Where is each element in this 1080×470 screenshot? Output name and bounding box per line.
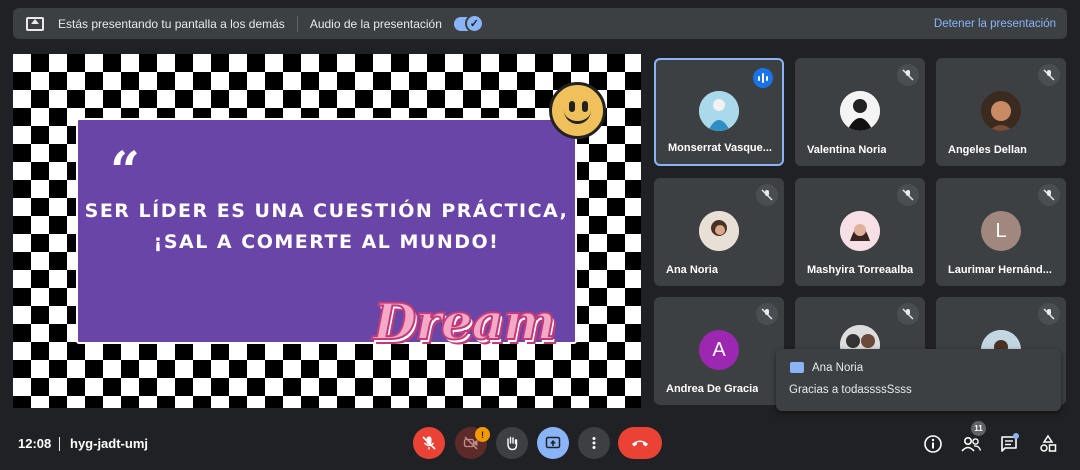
clock: 12:08 xyxy=(18,436,52,451)
more-options-button[interactable] xyxy=(578,427,610,459)
avatar xyxy=(699,91,739,131)
chat-icon xyxy=(790,362,804,373)
info-icon xyxy=(924,435,942,453)
presenting-banner: Estás presentando tu pantalla a los demá… xyxy=(13,8,1067,39)
quote-line-2: ¡Sal a comerte al mundo! xyxy=(153,231,500,253)
audio-toggle[interactable]: ✓ xyxy=(453,13,484,33)
participant-tile[interactable]: Mashyira Torreaalba xyxy=(795,178,925,286)
smiley-face-icon xyxy=(549,82,606,139)
avatar xyxy=(699,211,739,251)
more-vert-icon xyxy=(592,437,596,449)
mic-off-icon xyxy=(422,436,436,450)
present-screen-icon xyxy=(26,16,44,31)
activities-icon xyxy=(1040,434,1057,452)
participant-name: Andrea De Gracia xyxy=(666,383,759,395)
banner-divider xyxy=(296,15,298,32)
quote-mark: “ xyxy=(110,141,140,202)
mic-off-icon xyxy=(897,184,919,206)
call-end-icon xyxy=(632,440,648,447)
microphone-button[interactable] xyxy=(413,427,445,459)
participant-tile[interactable]: Monserrat Vasque... xyxy=(654,58,784,166)
participant-tile[interactable]: Angeles Dellan xyxy=(936,58,1066,166)
avatar xyxy=(840,91,880,131)
avatar xyxy=(981,91,1021,131)
mic-off-icon xyxy=(756,184,778,206)
participant-name: Angeles Dellan xyxy=(948,144,1027,156)
chat-message: Gracias a todassssSsss xyxy=(789,384,912,396)
speaking-indicator-icon xyxy=(753,68,773,88)
participant-tile[interactable]: Ana Noria xyxy=(654,178,784,286)
chat-notification[interactable]: Ana Noria Gracias a todassssSsss xyxy=(776,349,1061,411)
hand-icon xyxy=(507,436,518,451)
avatar-initial: A xyxy=(699,330,739,370)
present-screen-icon xyxy=(545,436,561,449)
participant-name: Ana Noria xyxy=(666,264,718,276)
mic-off-icon xyxy=(897,64,919,86)
mic-off-icon xyxy=(1038,64,1060,86)
participant-tile[interactable]: A Andrea De Gracia xyxy=(654,297,784,405)
people-count-badge: 11 xyxy=(971,421,986,436)
participant-name: Monserrat Vasque... xyxy=(668,142,772,154)
end-call-button[interactable] xyxy=(618,427,662,459)
meeting-details-button[interactable] xyxy=(921,432,945,456)
quote-text: Ser líder es una cuestión práctica, ¡Sal… xyxy=(78,196,575,258)
dream-sticker: Dream xyxy=(372,291,557,352)
check-icon: ✓ xyxy=(464,13,484,33)
mic-off-icon xyxy=(897,303,919,325)
participant-name: Valentina Noria xyxy=(807,144,887,156)
people-icon xyxy=(961,436,982,452)
participant-name: Mashyira Torreaalba xyxy=(807,264,914,276)
bottom-divider xyxy=(59,437,60,451)
raise-hand-button[interactable] xyxy=(496,427,528,459)
stop-presenting-button[interactable]: Detener la presentación xyxy=(934,18,1056,30)
participant-tile[interactable]: Valentina Noria xyxy=(795,58,925,166)
chat-sender: Ana Noria xyxy=(812,362,864,374)
mic-off-icon xyxy=(1038,184,1060,206)
meeting-code: hyg-jadt-umj xyxy=(70,436,148,451)
quote-line-1: Ser líder es una cuestión práctica, xyxy=(84,200,569,222)
avatar xyxy=(840,211,880,251)
mic-off-icon xyxy=(1038,303,1060,325)
avatar-initial: L xyxy=(981,211,1021,251)
chat-unread-dot xyxy=(1013,433,1019,439)
participant-tile[interactable]: L Laurimar Hernánd... xyxy=(936,178,1066,286)
activities-button[interactable] xyxy=(1036,432,1060,456)
camera-warning-badge: ! xyxy=(475,427,490,442)
mic-off-icon xyxy=(756,303,778,325)
present-button[interactable] xyxy=(537,427,569,459)
audio-label: Audio de la presentación xyxy=(309,16,442,31)
presenting-text: Estás presentando tu pantalla a los demá… xyxy=(58,16,285,31)
participant-name: Laurimar Hernánd... xyxy=(948,264,1052,276)
shared-screen: “ Ser líder es una cuestión práctica, ¡S… xyxy=(13,54,641,408)
